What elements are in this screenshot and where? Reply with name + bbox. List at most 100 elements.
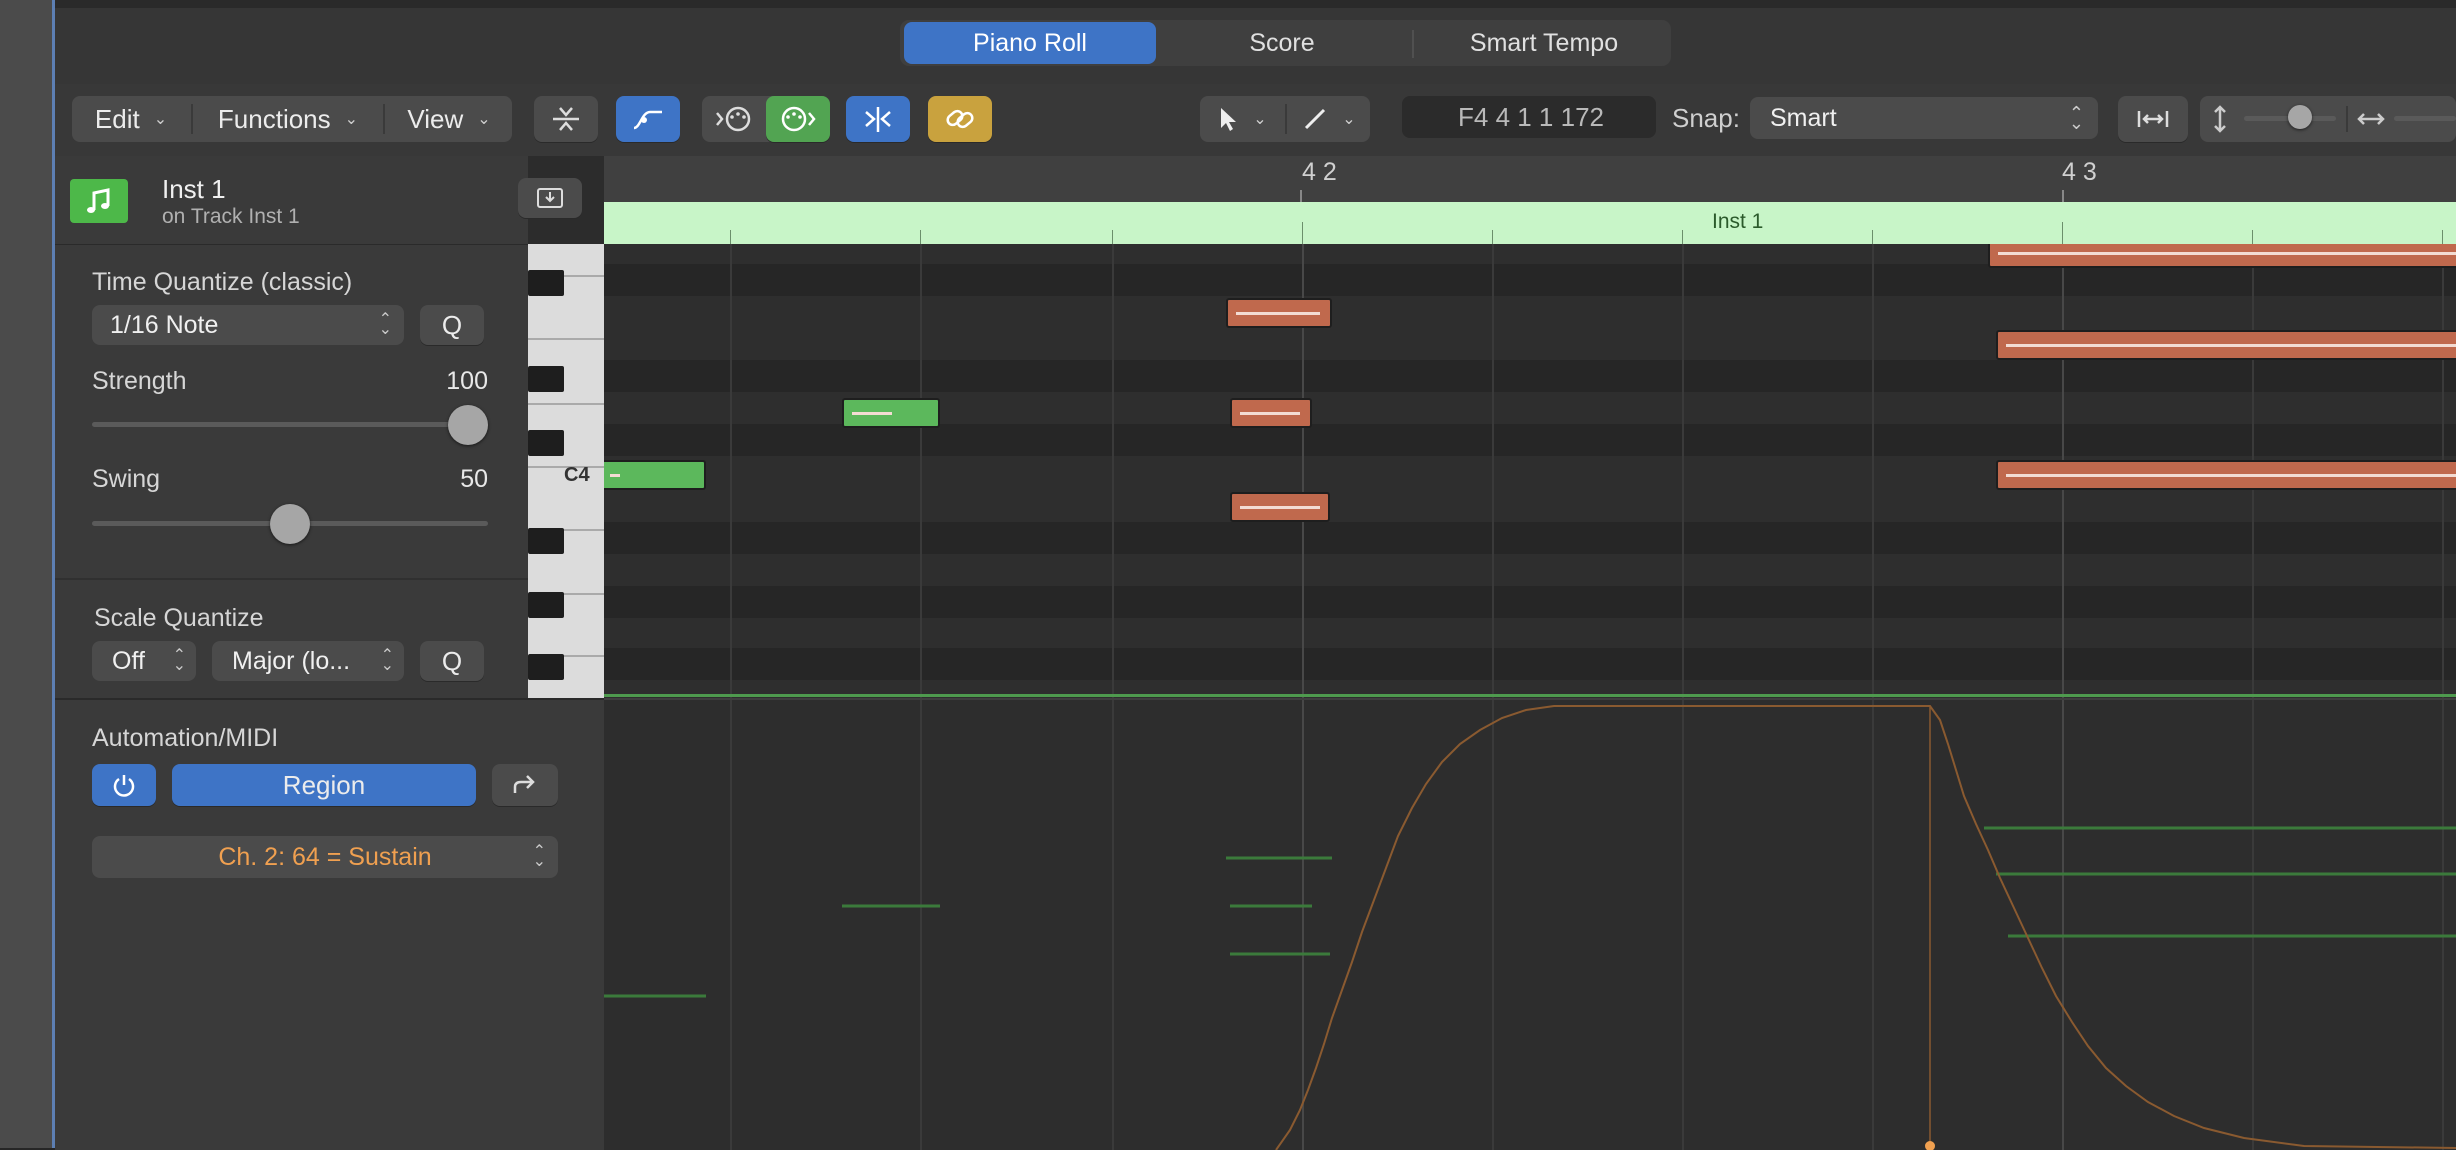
region-tick [2442,230,2443,244]
view-menu-label: View [407,103,464,134]
bar-ruler[interactable]: 4 2 4 3 [604,156,2456,202]
velocity-line [852,412,892,415]
automation-section-label: Automation/MIDI [92,724,279,752]
scale-root-value: Off [112,646,145,675]
pointer-tool-button[interactable]: ⌄ [1200,96,1284,142]
fit-icon [2137,111,2169,127]
horizontal-zoom-slider[interactable] [2394,116,2456,121]
piano-roll-grid[interactable] [604,244,2456,698]
pointer-tool-icon [1221,108,1237,131]
ruler-bar-4-2: 4 2 [1302,158,1337,186]
scale-root-select[interactable]: Off ⌃ ⌄ [92,641,196,681]
region-tick [920,230,921,244]
collapse-button[interactable] [534,96,598,142]
link-button[interactable] [928,96,992,142]
region-automation-button[interactable]: Region [172,764,476,806]
up-down-chevron-icon: ⌃ ⌄ [380,647,394,674]
tab-smart-tempo[interactable]: Smart Tempo [1420,22,1668,64]
chevron-down-icon: ⌄ [477,111,491,128]
grid-line [1112,244,1114,698]
music-note-icon [87,188,110,213]
midi-note-selected[interactable] [1988,244,2456,268]
view-menu-button[interactable]: View ⌄ [386,96,512,142]
up-down-chevron-icon: ⌃ ⌄ [172,647,186,674]
midi-draw-icon [633,110,662,130]
velocity-line [1240,506,1320,509]
midi-note-selected[interactable] [1996,460,2456,490]
automation-curve [604,705,2456,1150]
edit-menu-button[interactable]: Edit ⌄ [72,96,190,142]
midi-in-icon [716,106,751,132]
midi-note-selected[interactable] [1996,330,2456,360]
midi-out-button[interactable] [766,96,830,142]
divider [383,104,385,134]
ruler-tick [1300,190,1302,202]
up-down-chevron-icon: ⌃ ⌄ [532,843,546,870]
velocity-line [1240,412,1300,415]
region-bar[interactable]: Inst 1 [604,202,2456,244]
tab-divider [1412,30,1414,58]
region-tick [1872,230,1873,244]
collapse-icon [553,107,579,131]
region-tick [1112,230,1113,244]
automation-power-button[interactable] [92,764,156,806]
functions-menu-button[interactable]: Functions ⌄ [194,96,382,142]
power-icon [113,775,135,797]
midi-note-selected[interactable] [1226,298,1332,328]
strength-value: 100 [446,367,488,395]
strength-knob[interactable] [448,405,488,445]
midi-note-selected[interactable] [1230,492,1330,522]
region-end-line [604,694,2456,697]
edit-menu-label: Edit [94,103,140,134]
swing-knob[interactable] [270,504,310,544]
fit-button[interactable] [2118,96,2188,142]
region-inspector-button[interactable] [518,178,582,218]
functions-menu-label: Functions [217,103,331,134]
catch-playhead-button[interactable] [846,96,910,142]
midi-note[interactable] [604,460,706,490]
midi-draw-button[interactable] [616,96,680,142]
midi-note-selected[interactable] [1230,398,1312,428]
grid-line [1492,244,1494,698]
black-key-lane [604,648,2456,680]
region-tick [1492,230,1493,244]
strength-slider[interactable] [92,422,488,427]
midi-note[interactable] [842,398,940,428]
black-key-lane [604,360,2456,392]
link-icon [946,109,974,129]
automation-controller-select[interactable]: Ch. 2: 64 = Sustain ⌃ ⌄ [92,836,558,878]
strength-label: Strength [92,367,187,395]
chevron-down-icon: ⌄ [153,111,168,128]
tab-piano-roll[interactable]: Piano Roll [904,22,1156,64]
scale-quantize-button[interactable]: Q [420,641,484,681]
region-tick [1302,222,1303,244]
velocity-line [1998,252,2456,255]
velocity-line [1236,312,1320,315]
region-tick [2062,222,2063,244]
snap-select[interactable]: Smart ⌃ ⌄ [1750,97,2098,139]
divider [1285,104,1287,134]
midi-in-button[interactable] [702,96,766,142]
vertical-zoom-knob[interactable] [2288,105,2312,129]
scale-type-select[interactable]: Major (lo... ⌃ ⌄ [212,641,404,681]
left-gutter [0,0,54,1148]
quantize-button[interactable]: Q [420,305,484,345]
automation-forward-button[interactable] [492,764,558,806]
horizontal-zoom-icon [2356,106,2386,137]
velocity-line [2006,344,2456,347]
grid-line [730,244,732,698]
pencil-tool-icon [1305,108,1326,130]
controller-value: Ch. 2: 64 = Sustain [218,842,432,871]
track-subtitle: on Track Inst 1 [162,205,300,228]
ruler-tick [2062,190,2064,202]
pencil-tool-button[interactable]: ⌄ [1288,96,1370,142]
region-tick [730,230,731,244]
track-icon [70,179,128,223]
black-key-lane [604,522,2456,554]
position-display: F4 4 1 1 172 [1402,96,1656,138]
automation-lane[interactable] [604,698,2456,1150]
chevron-down-icon: ⌄ [344,111,359,128]
snap-value: Smart [1770,103,1837,132]
tab-score[interactable]: Score [1162,22,1402,64]
time-quantize-select[interactable]: 1/16 Note ⌃ ⌄ [92,305,404,345]
